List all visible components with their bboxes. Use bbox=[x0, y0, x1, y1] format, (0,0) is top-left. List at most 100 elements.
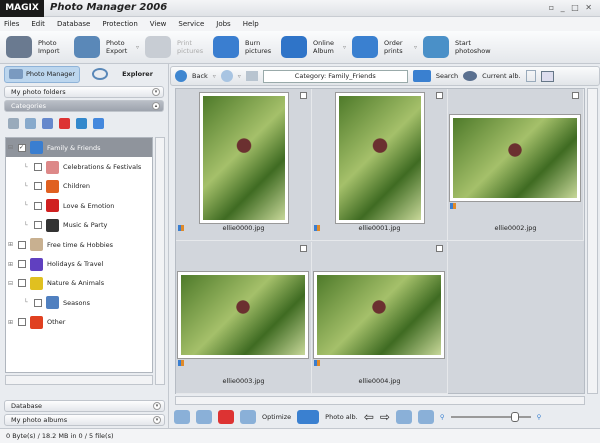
current-album-button[interactable]: Current alb. bbox=[482, 72, 520, 80]
edit-category-icon[interactable] bbox=[42, 118, 53, 129]
toolbar-online-album-button[interactable]: Online Album bbox=[281, 36, 339, 58]
tab-explorer[interactable]: Explorer bbox=[84, 68, 153, 80]
expander-icon[interactable]: ⊟ bbox=[8, 144, 14, 151]
toolbar-order-prints-button[interactable]: Order prints bbox=[352, 36, 410, 58]
zoom-slider[interactable] bbox=[450, 412, 531, 422]
tree-vertical-scrollbar[interactable] bbox=[155, 137, 165, 385]
tree-item[interactable]: └ Love & Emotion bbox=[6, 196, 152, 215]
view-mode-icon[interactable] bbox=[540, 70, 554, 82]
toolbar-photo-export-button[interactable]: Photo Export bbox=[74, 36, 132, 58]
expander-icon[interactable]: └ bbox=[24, 164, 30, 171]
tree-item[interactable]: └ Seasons bbox=[6, 293, 152, 312]
assign-category-icon[interactable] bbox=[93, 118, 104, 129]
section-my-photo-folders[interactable]: My photo folders ▾ bbox=[4, 86, 164, 98]
photo-checkbox[interactable] bbox=[436, 92, 443, 99]
expander-icon[interactable]: └ bbox=[24, 222, 30, 229]
menu-jobs[interactable]: Jobs bbox=[216, 20, 230, 28]
photo-thumbnail[interactable] bbox=[314, 272, 444, 358]
category-checkbox[interactable] bbox=[18, 260, 26, 269]
menu-files[interactable]: Files bbox=[4, 20, 19, 28]
import-category-icon[interactable] bbox=[76, 118, 87, 129]
photo-thumbnail[interactable] bbox=[200, 93, 288, 223]
expander-icon[interactable]: ⊞ bbox=[8, 241, 14, 248]
rotate-right-icon[interactable] bbox=[196, 410, 212, 424]
section-database[interactable]: Database ▾ bbox=[4, 400, 165, 412]
back-arrow-icon[interactable] bbox=[175, 70, 187, 82]
section-my-photo-albums[interactable]: My photo albums ▾ bbox=[4, 414, 165, 426]
forward-arrow-icon[interactable] bbox=[220, 70, 233, 82]
window-controls[interactable]: ▫ _ □ ✕ bbox=[549, 3, 594, 12]
photo-thumbnail[interactable] bbox=[336, 93, 424, 223]
delete-icon[interactable] bbox=[218, 410, 234, 424]
category-checkbox[interactable] bbox=[34, 298, 42, 307]
menu-view[interactable]: View bbox=[150, 20, 167, 28]
photo-cell[interactable]: ellie0002.jpg bbox=[448, 89, 584, 241]
dropdown-arrow-icon[interactable]: ▿ bbox=[343, 44, 346, 51]
tree-item[interactable]: ⊟ Nature & Animals bbox=[6, 274, 152, 293]
search-button[interactable]: Search bbox=[436, 72, 458, 80]
rotate-left-icon[interactable] bbox=[174, 410, 190, 424]
expander-icon[interactable]: ⊟ bbox=[8, 280, 14, 287]
category-checkbox[interactable] bbox=[34, 182, 42, 191]
category-checkbox[interactable] bbox=[34, 221, 42, 230]
menu-service[interactable]: Service bbox=[178, 20, 204, 28]
fit-size-icon[interactable] bbox=[417, 410, 434, 424]
dropdown-arrow-icon[interactable]: ▿ bbox=[414, 44, 417, 51]
category-path-field[interactable]: Category: Family_Friends bbox=[262, 69, 408, 83]
photo-checkbox[interactable] bbox=[300, 245, 307, 252]
zoom-in-icon[interactable]: ⚲ bbox=[537, 413, 542, 421]
copy-category-icon[interactable] bbox=[25, 118, 36, 129]
menu-help[interactable]: Help bbox=[243, 20, 259, 28]
expander-icon[interactable]: └ bbox=[24, 299, 30, 306]
toolbar-burn-pictures-button[interactable]: Burn pictures bbox=[213, 36, 271, 58]
grid-vertical-scrollbar[interactable] bbox=[587, 88, 598, 394]
menu-database[interactable]: Database bbox=[57, 20, 90, 28]
zoom-out-icon[interactable]: ⚲ bbox=[440, 413, 445, 421]
toolbar-start-photoshow-button[interactable]: Start photoshow bbox=[423, 36, 491, 58]
dropdown-arrow-icon[interactable]: ▿ bbox=[136, 44, 139, 51]
category-checkbox[interactable] bbox=[34, 163, 42, 172]
toolbar-print-pictures-button[interactable]: Print pictures bbox=[145, 36, 203, 58]
photo-checkbox[interactable] bbox=[572, 92, 579, 99]
grid-horizontal-scrollbar[interactable] bbox=[175, 396, 585, 405]
category-checkbox[interactable] bbox=[18, 318, 26, 327]
new-category-icon[interactable] bbox=[8, 118, 19, 129]
menu-protection[interactable]: Protection bbox=[102, 20, 137, 28]
folder-up-icon[interactable] bbox=[245, 71, 258, 81]
tab-photo-manager[interactable]: Photo Manager bbox=[4, 65, 81, 83]
expander-icon[interactable]: └ bbox=[24, 183, 30, 190]
tree-item[interactable]: ⊟ ✓ Family & Friends bbox=[6, 138, 152, 158]
tree-item[interactable]: └ Children bbox=[6, 177, 152, 196]
photo-checkbox[interactable] bbox=[300, 92, 307, 99]
sort-icon[interactable] bbox=[525, 70, 536, 82]
tree-item[interactable]: └ Celebrations & Festivals bbox=[6, 157, 152, 176]
photo-thumbnail[interactable] bbox=[178, 272, 308, 358]
photo-cell[interactable]: ellie0000.jpg bbox=[176, 89, 312, 241]
optimize-icon[interactable] bbox=[240, 410, 256, 424]
toolbar-photo-import-button[interactable]: Photo Import bbox=[6, 36, 64, 58]
previous-arrow-icon[interactable]: ⇦ bbox=[364, 410, 374, 424]
tree-item[interactable]: ⊞ Free time & Hobbies bbox=[6, 235, 152, 254]
category-checkbox[interactable] bbox=[18, 240, 26, 249]
photo-cell[interactable]: ellie0001.jpg bbox=[312, 89, 448, 241]
menu-edit[interactable]: Edit bbox=[31, 20, 45, 28]
photo-thumbnail[interactable] bbox=[450, 115, 580, 201]
photo-album-icon[interactable] bbox=[297, 410, 320, 424]
expander-icon[interactable]: ⊞ bbox=[8, 261, 14, 268]
next-arrow-icon[interactable]: ⇨ bbox=[380, 410, 390, 424]
category-checkbox[interactable]: ✓ bbox=[18, 143, 26, 152]
expander-icon[interactable]: └ bbox=[24, 202, 30, 209]
tree-horizontal-scrollbar[interactable] bbox=[5, 375, 153, 385]
optimize-button[interactable]: Optimize bbox=[262, 413, 291, 421]
tree-item[interactable]: ⊞ Other bbox=[6, 313, 152, 332]
search-icon[interactable] bbox=[412, 70, 431, 82]
section-categories[interactable]: Categories ▴ bbox=[4, 100, 164, 112]
delete-category-icon[interactable] bbox=[59, 118, 70, 129]
back-button[interactable]: Back bbox=[192, 72, 208, 80]
current-album-icon[interactable] bbox=[463, 71, 478, 81]
category-checkbox[interactable] bbox=[34, 201, 42, 210]
tree-item[interactable]: └ Music & Party bbox=[6, 216, 152, 235]
photo-checkbox[interactable] bbox=[436, 245, 443, 252]
photo-cell[interactable]: ellie0004.jpg bbox=[312, 242, 448, 394]
photo-album-button[interactable]: Photo alb. bbox=[325, 413, 358, 421]
